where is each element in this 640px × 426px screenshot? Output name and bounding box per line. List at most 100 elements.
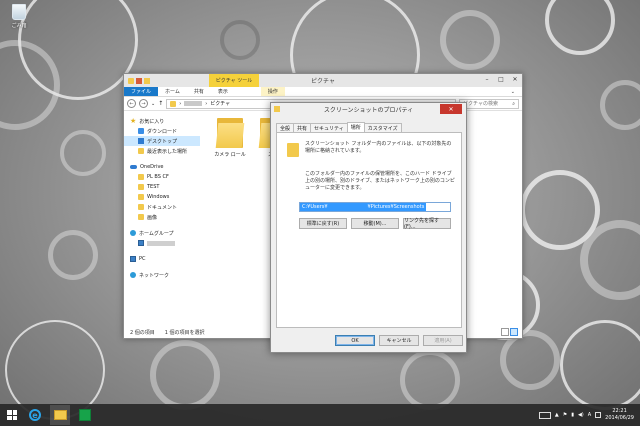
download-icon: [138, 128, 144, 134]
recent-places-icon: [138, 148, 144, 154]
network-icon[interactable]: ▮: [571, 412, 574, 418]
folder-icon: [287, 143, 299, 157]
tab-security[interactable]: セキュリティ: [310, 123, 348, 132]
properties-dialog: スクリーンショットのプロパティ ✕ 全般 共有 セキュリティ 場所 カスタマイズ…: [270, 102, 467, 353]
recycle-bin-icon: [12, 4, 26, 20]
search-icon: ⌕: [512, 100, 515, 107]
redacted-user: [327, 204, 368, 210]
nav-homegroup-user[interactable]: [130, 238, 200, 248]
quick-access-toolbar: [124, 77, 150, 84]
redacted-user: [184, 101, 203, 106]
nav-onedrive-folder[interactable]: ドキュメント: [130, 202, 200, 212]
tab-location[interactable]: 場所: [346, 122, 365, 132]
start-button[interactable]: [4, 407, 20, 423]
nav-onedrive-folder[interactable]: Windows: [130, 192, 200, 202]
internet-explorer-icon: e: [29, 409, 41, 421]
cloud-icon: [130, 165, 137, 169]
tab-customize[interactable]: カスタマイズ: [363, 123, 402, 132]
ime-mode[interactable]: A: [588, 412, 591, 418]
search-input[interactable]: ピクチャの検索 ⌕: [459, 98, 519, 109]
location-path-input[interactable]: C:¥Users¥ ¥Pictures¥Screenshots: [299, 202, 451, 212]
ok-button[interactable]: OK: [335, 335, 375, 346]
item-count: 2 個の項目: [130, 329, 155, 336]
properties-icon[interactable]: [136, 77, 142, 84]
move-button[interactable]: 移動(M)...: [351, 218, 399, 229]
tab-sharing[interactable]: 共有: [293, 123, 312, 132]
large-icons-view-button[interactable]: [510, 328, 518, 336]
folder-icon: [138, 214, 144, 220]
folder-item[interactable]: カメラ ロール: [210, 118, 250, 158]
tab-home[interactable]: ホーム: [158, 87, 187, 96]
new-folder-icon[interactable]: [144, 77, 150, 84]
apply-button[interactable]: 適用(A): [423, 335, 463, 346]
nav-onedrive-folder[interactable]: TEST: [130, 182, 200, 192]
system-tray: ▲ ⚑ ▮ ◀) A 22:21 2014/06/29: [538, 408, 640, 422]
folder-icon: [138, 204, 144, 210]
taskbar-store[interactable]: [75, 405, 95, 425]
dialog-titlebar[interactable]: スクリーンショットのプロパティ ✕: [271, 103, 466, 116]
star-icon: ★: [130, 117, 137, 125]
tab-share[interactable]: 共有: [187, 87, 211, 96]
redacted-user: [147, 240, 175, 246]
details-view-button[interactable]: [501, 328, 509, 336]
back-button[interactable]: ←: [127, 99, 136, 108]
minimize-button[interactable]: –: [480, 74, 494, 85]
nav-homegroup[interactable]: ホームグループ: [130, 228, 200, 238]
clock[interactable]: 22:21 2014/06/29: [605, 408, 634, 422]
nav-onedrive-folder[interactable]: PL BS CF: [130, 172, 200, 182]
recycle-bin-shortcut[interactable]: ごみ箱: [6, 4, 32, 29]
move-description: このフォルダー内のファイルの保管場所を、このハード ドライブ上の別の場所、別のド…: [305, 171, 455, 191]
homegroup-icon: [130, 230, 136, 236]
notification-flag-icon[interactable]: ⚑: [563, 412, 567, 418]
restore-default-button[interactable]: 標準に戻す(R): [299, 218, 347, 229]
forward-button[interactable]: →: [139, 99, 148, 108]
clock-date: 2014/06/29: [605, 415, 634, 421]
clock-time: 22:21: [612, 408, 627, 414]
find-target-button[interactable]: リンク先を探す(F)...: [403, 218, 451, 230]
nav-favorites[interactable]: ★ お気に入り: [130, 116, 200, 126]
folder-icon: [138, 194, 144, 200]
up-button[interactable]: ↑: [158, 100, 163, 107]
file-explorer-icon: [53, 410, 67, 420]
navigation-pane: ★ お気に入り ダウンロード デスクトップ 最近表示した場所 OneDrive P…: [124, 112, 200, 326]
taskbar-internet-explorer[interactable]: e: [25, 405, 45, 425]
volume-icon[interactable]: ◀): [578, 412, 584, 418]
nav-pc[interactable]: PC: [130, 254, 200, 264]
folder-icon: [215, 118, 245, 148]
dialog-tabs: 全般 共有 セキュリティ 場所 カスタマイズ: [276, 122, 402, 132]
tray-overflow-icon[interactable]: ▲: [555, 412, 559, 418]
folder-icon: [138, 184, 144, 190]
nav-onedrive[interactable]: OneDrive: [130, 162, 200, 172]
pc-icon: [130, 256, 136, 262]
location-description: スクリーンショット フォルダー内のファイルは、以下の対象先の場所に格納されていま…: [305, 141, 452, 154]
dialog-close-button[interactable]: ✕: [440, 104, 462, 114]
ribbon-expand-icon[interactable]: ⌄: [504, 87, 522, 96]
nav-recent[interactable]: 最近表示した場所: [130, 146, 200, 156]
explorer-titlebar[interactable]: ピクチャ ツール ピクチャ – □ ✕: [124, 74, 522, 87]
dialog-title: スクリーンショットのプロパティ: [323, 107, 414, 114]
location-panel: スクリーンショット フォルダー内のファイルは、以下の対象先の場所に格納されていま…: [276, 132, 462, 328]
cancel-button[interactable]: キャンセル: [379, 335, 419, 346]
path-prefix: C:¥Users¥: [302, 204, 328, 210]
maximize-button[interactable]: □: [494, 74, 508, 85]
ime-icon[interactable]: [595, 412, 602, 418]
tab-manage[interactable]: 操作: [260, 87, 285, 96]
store-icon: [79, 409, 91, 421]
tab-file[interactable]: ファイル: [124, 87, 159, 96]
taskbar-file-explorer[interactable]: [50, 405, 70, 425]
nav-desktop[interactable]: デスクトップ: [124, 136, 200, 146]
tab-general[interactable]: 全般: [276, 123, 295, 132]
nav-network[interactable]: ネットワーク: [130, 270, 200, 280]
close-button[interactable]: ✕: [508, 74, 522, 85]
network-icon: [130, 272, 136, 278]
ribbon-tabs: ファイル ホーム 共有 表示 操作 ⌄: [124, 87, 522, 97]
tab-view[interactable]: 表示: [211, 87, 235, 96]
folder-icon: [138, 174, 144, 180]
touch-keyboard-icon[interactable]: [538, 411, 551, 419]
nav-onedrive-folder[interactable]: 画像: [130, 212, 200, 222]
folder-icon: [170, 100, 177, 107]
nav-downloads[interactable]: ダウンロード: [130, 126, 200, 136]
recent-dropdown-icon[interactable]: ⌄: [151, 101, 155, 107]
desktop-icon: [138, 138, 144, 144]
folder-icon: [274, 106, 280, 112]
